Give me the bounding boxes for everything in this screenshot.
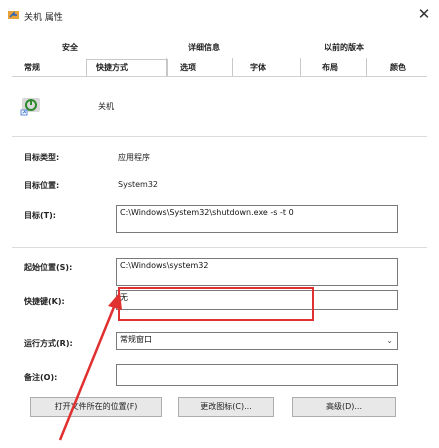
annotation-arrow	[58, 292, 122, 441]
